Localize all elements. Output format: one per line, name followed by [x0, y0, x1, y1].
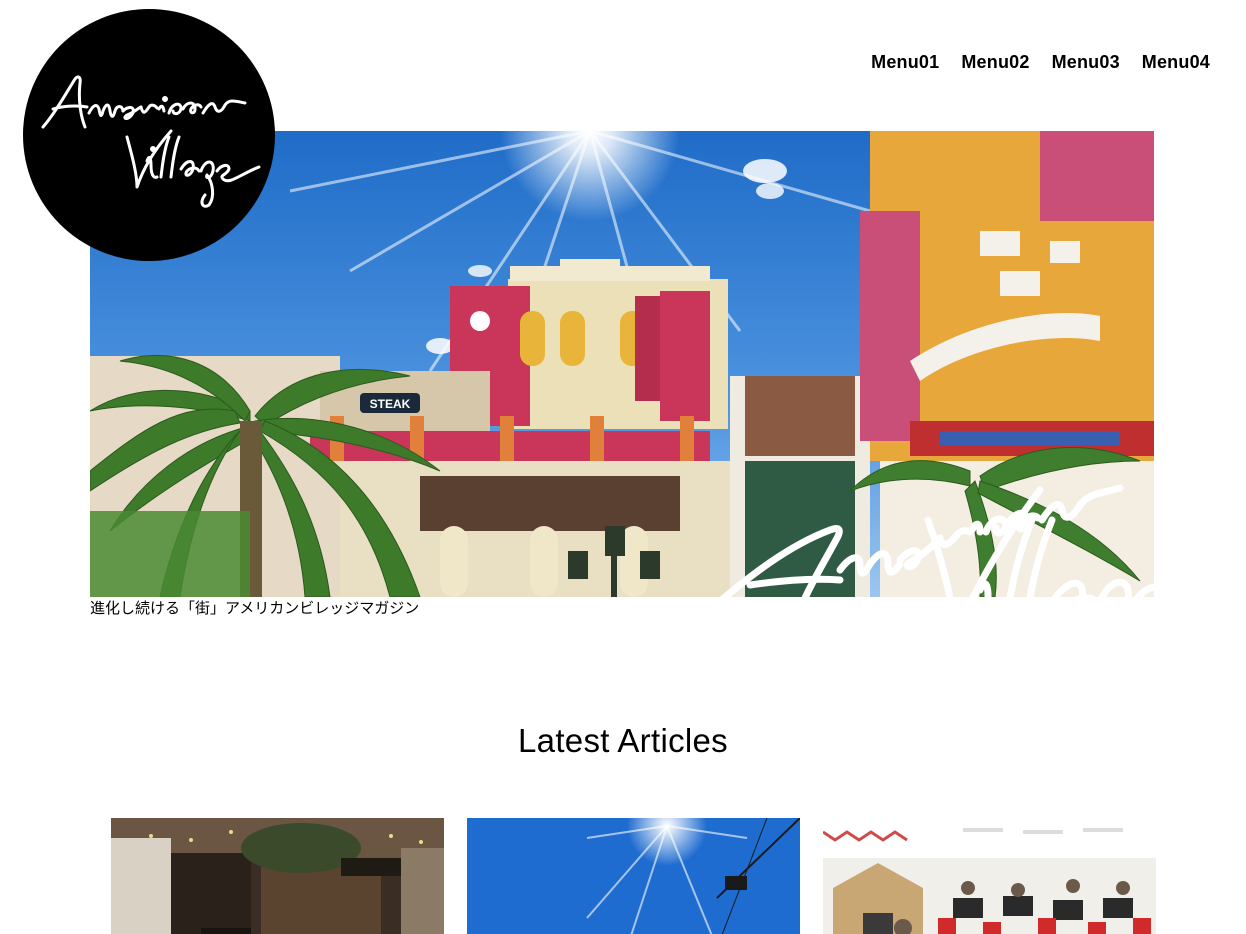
page: Menu01 Menu02 Menu03 Menu04 STEAK 進化し続ける…	[0, 0, 1246, 934]
nav-menu04[interactable]: Menu04	[1142, 52, 1210, 73]
office-room-image	[823, 818, 1156, 934]
nav-menu02[interactable]: Menu02	[961, 52, 1029, 73]
nav-menu01[interactable]: Menu01	[871, 52, 939, 73]
blue-sky-image	[467, 818, 800, 934]
hero-tagline: 進化し続ける「街」アメリカンビレッジマガジン	[90, 599, 420, 617]
article-card-list	[111, 818, 1156, 934]
article-card[interactable]	[467, 818, 800, 934]
article-card[interactable]	[111, 818, 444, 934]
logo-script-graphic	[41, 75, 261, 208]
steak-sign: STEAK	[370, 397, 411, 411]
latest-articles-heading: Latest Articles	[518, 722, 728, 759]
article-card[interactable]	[823, 818, 1156, 934]
site-logo[interactable]	[23, 9, 275, 261]
cafe-interior-image	[111, 818, 444, 934]
nav-menu03[interactable]: Menu03	[1052, 52, 1120, 73]
main-nav: Menu01 Menu02 Menu03 Menu04	[871, 52, 1210, 73]
